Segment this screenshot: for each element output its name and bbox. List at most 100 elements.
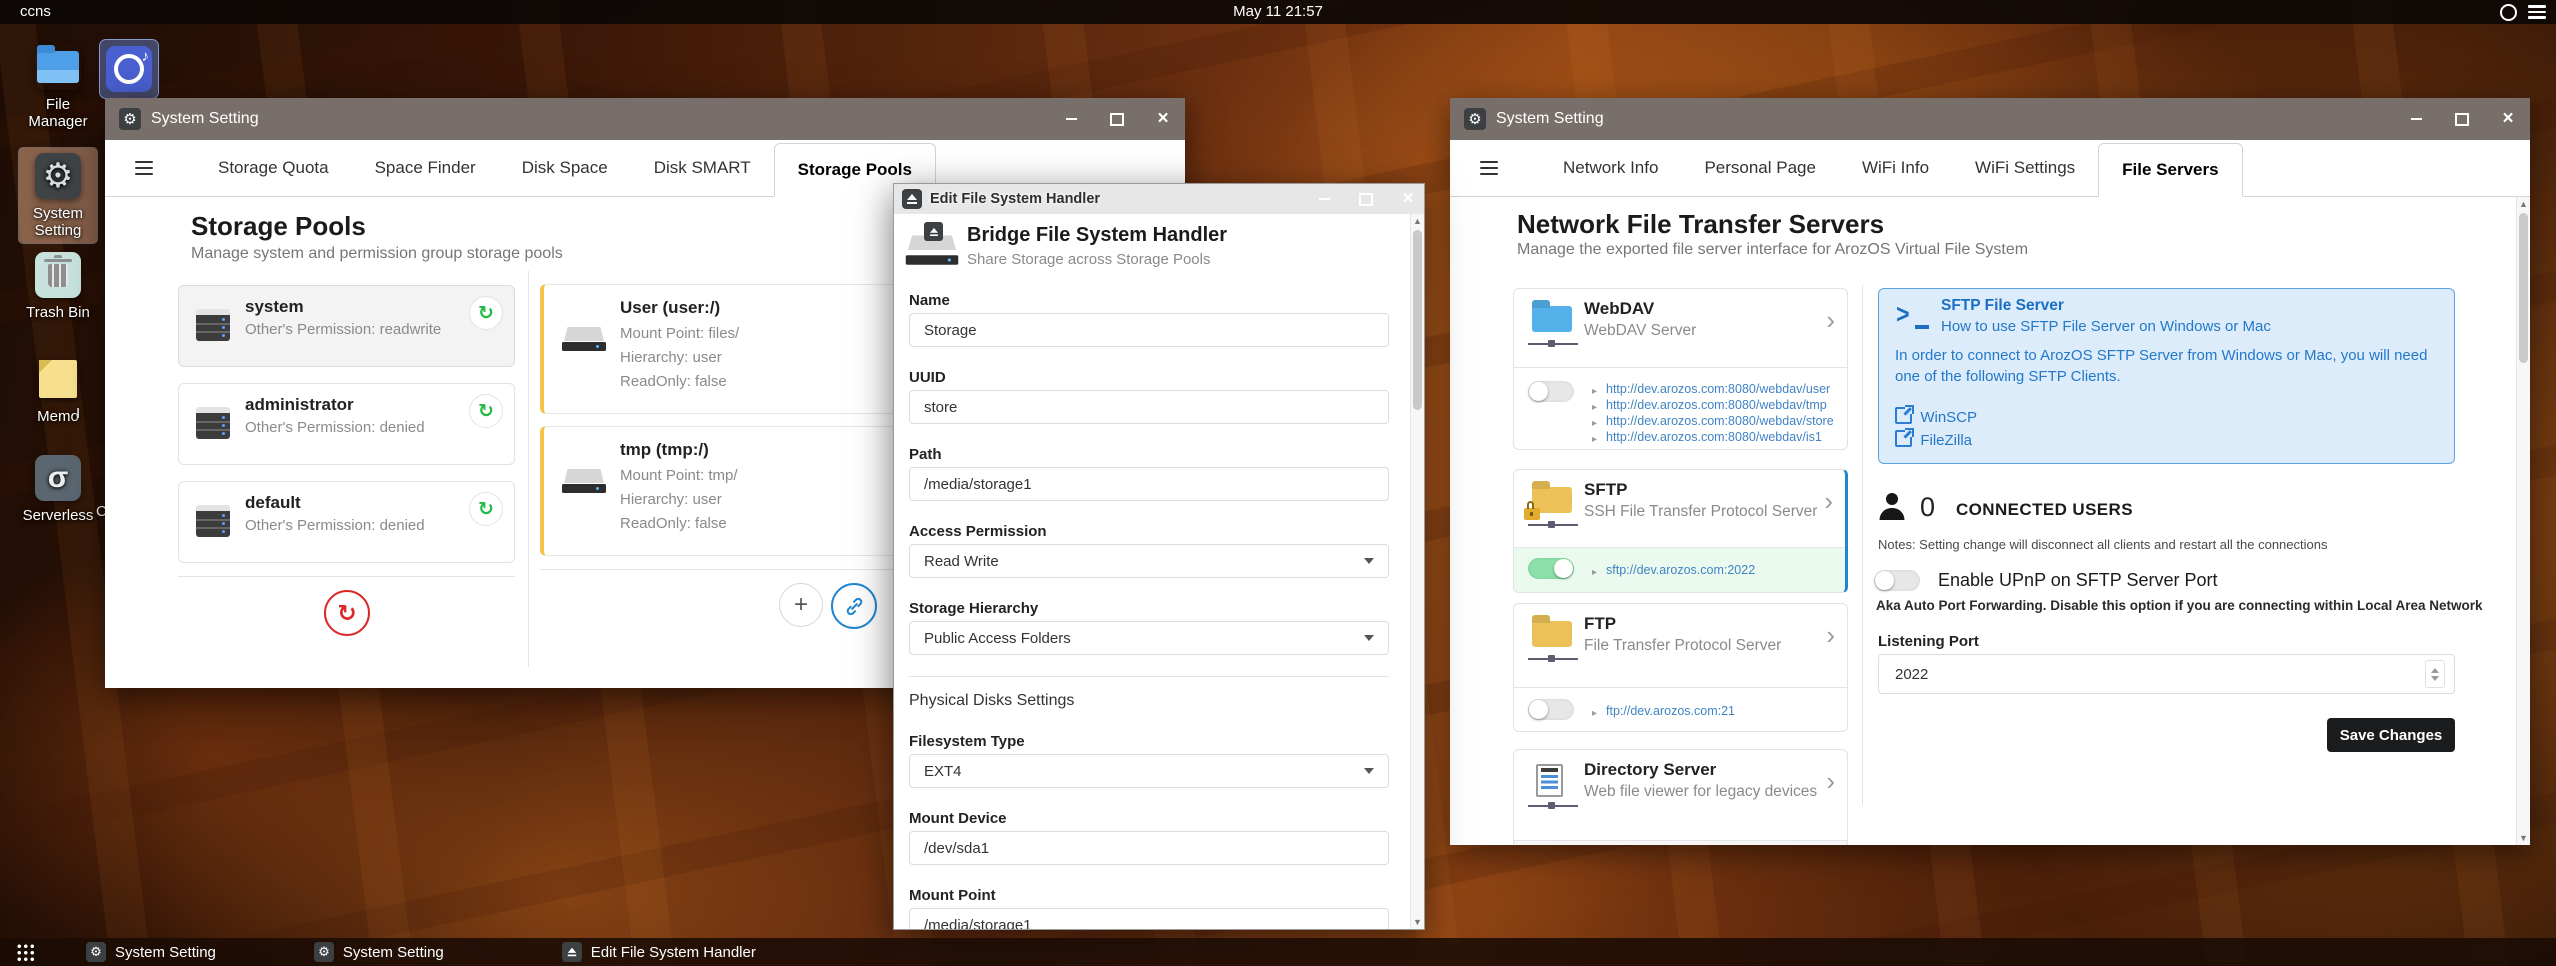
upnp-toggle[interactable] [1874, 570, 1920, 591]
client-link-winscp[interactable]: WinSCP [1895, 405, 1977, 426]
tab-storage-quota[interactable]: Storage Quota [195, 140, 352, 196]
listening-port-label: Listening Port [1878, 633, 1979, 650]
pool-card-system[interactable]: system Other's Permission: readwrite ↻ [178, 285, 515, 367]
sftp-help-box: > SFTP File Server How to use SFTP File … [1878, 288, 2455, 464]
page-title: Network File Transfer Servers [1517, 209, 1885, 239]
server-name: Directory Server [1584, 760, 1717, 779]
filesystem-type-select[interactable]: EXT4 [909, 754, 1389, 788]
scrollbar-thumb[interactable] [2519, 213, 2528, 363]
uuid-input[interactable] [909, 390, 1389, 424]
server-card-sftp[interactable]: SFTP SSH File Transfer Protocol Server ›… [1513, 469, 1848, 593]
taskbar-item-system-setting-2[interactable]: ⚙ System Setting [300, 938, 458, 966]
taskbar-item-edit-fs-handler[interactable]: Edit File System Handler [548, 938, 770, 966]
tab-menu-icon[interactable] [135, 160, 153, 176]
scroll-down-arrow[interactable]: ▼ [1411, 915, 1424, 929]
mount-device-input[interactable] [909, 831, 1389, 865]
scroll-up-arrow[interactable]: ▲ [1411, 214, 1424, 228]
bridge-link-button[interactable] [831, 583, 877, 629]
webdav-toggle[interactable] [1528, 381, 1574, 402]
scroll-up-arrow[interactable]: ▲ [2517, 197, 2530, 211]
file-manager-icon [35, 44, 81, 90]
tab-wifi-settings[interactable]: WiFi Settings [1952, 140, 2098, 196]
sync-icon[interactable]: ↻ [469, 394, 503, 428]
number-spinner[interactable] [2425, 660, 2445, 688]
listening-port-input[interactable] [1879, 655, 2454, 693]
desktop-icon-system-setting[interactable]: ⚙ System Setting [18, 147, 98, 244]
minimize-button[interactable] [2408, 111, 2424, 127]
tab-space-finder[interactable]: Space Finder [352, 140, 499, 196]
window2-title: System Setting [1496, 110, 1604, 127]
chevron-right-icon[interactable]: › [1826, 307, 1835, 333]
storage-hierarchy-select[interactable]: Public Access Folders [909, 621, 1389, 655]
taskbar-item-system-setting-1[interactable]: ⚙ System Setting [72, 938, 230, 966]
chevron-right-icon[interactable]: › [1826, 622, 1835, 648]
webdav-link[interactable]: http://dev.arozos.com:8080/webdav/tmp [1606, 398, 1827, 412]
name-input[interactable] [909, 313, 1389, 347]
page-subtitle: Manage system and permission group stora… [191, 245, 563, 262]
webdav-link[interactable]: http://dev.arozos.com:8080/webdav/user [1606, 382, 1830, 396]
server-card-directory[interactable]: Directory Server Web file viewer for leg… [1513, 749, 1848, 845]
minimize-button[interactable] [1316, 191, 1332, 207]
access-permission-select[interactable]: Read Write [909, 544, 1389, 578]
topbar-menu-icon[interactable] [2528, 5, 2546, 19]
window2-scrollbar[interactable]: ▲ ▼ [2516, 197, 2530, 845]
chain-link-icon [846, 597, 862, 615]
tab-wifi-info[interactable]: WiFi Info [1839, 140, 1952, 196]
window2-titlebar[interactable]: ⚙ System Setting × [1450, 98, 2530, 140]
sync-icon[interactable]: ↻ [469, 492, 503, 526]
save-changes-button[interactable]: Save Changes [2327, 718, 2455, 752]
sftp-link[interactable]: sftp://dev.arozos.com:2022 [1606, 563, 1755, 577]
add-fshandler-button[interactable]: + [779, 583, 823, 627]
chevron-right-icon[interactable]: › [1826, 768, 1835, 794]
partial-icon-label: I [76, 405, 81, 422]
tab-disk-smart[interactable]: Disk SMART [631, 140, 774, 196]
desktop-icon-label: Memo [37, 408, 79, 425]
pool-card-administrator[interactable]: administrator Other's Permission: denied… [178, 383, 515, 465]
refresh-pools-button[interactable]: ↻ [324, 590, 370, 636]
tab-personal-page[interactable]: Personal Page [1681, 140, 1839, 196]
desktop-icon-media-app[interactable]: ♪ [99, 39, 159, 99]
tab-file-servers[interactable]: File Servers [2098, 143, 2243, 197]
app-launcher-icon[interactable] [16, 943, 34, 961]
scrollbar-thumb[interactable] [1413, 230, 1422, 410]
desktop-icon-memo[interactable]: Memo [19, 356, 97, 425]
window1-titlebar[interactable]: ⚙ System Setting × [105, 98, 1185, 140]
server-card-webdav[interactable]: WebDAV WebDAV Server › ▸ http://dev.arozo… [1513, 288, 1848, 450]
status-ring-icon[interactable] [2500, 4, 2517, 21]
fshandler-card-tmp[interactable]: tmp (tmp:/) Mount Point: tmp/ Hierarchy:… [540, 426, 940, 556]
desktop-icon-serverless[interactable]: σ Serverless [19, 455, 97, 524]
pool-permission: Other's Permission: readwrite [245, 321, 442, 338]
access-permission-label: Access Permission [909, 523, 1047, 540]
close-button[interactable]: × [1155, 109, 1171, 128]
editor-titlebar[interactable]: Edit File System Handler × [894, 184, 1424, 214]
close-button[interactable]: × [1400, 189, 1416, 208]
ftp-toggle[interactable] [1528, 699, 1574, 720]
tab-disk-space[interactable]: Disk Space [499, 140, 631, 196]
maximize-button[interactable] [1358, 191, 1374, 207]
server-card-ftp[interactable]: FTP File Transfer Protocol Server › ▸ ftp… [1513, 603, 1848, 732]
webdav-link[interactable]: http://dev.arozos.com:8080/webdav/is1 [1606, 430, 1822, 444]
webdav-link[interactable]: http://dev.arozos.com:8080/webdav/store [1606, 414, 1834, 428]
chevron-right-icon[interactable]: › [1824, 488, 1833, 514]
close-button[interactable]: × [2500, 109, 2516, 128]
help-title: SFTP File Server [1941, 297, 2064, 314]
tab-network-info[interactable]: Network Info [1540, 140, 1681, 196]
minimize-button[interactable] [1063, 111, 1079, 127]
chevron-down-icon [1364, 635, 1374, 641]
desktop-icon-trash-bin[interactable]: Trash Bin [19, 252, 97, 321]
maximize-button[interactable] [1109, 111, 1125, 127]
fshandler-card-user[interactable]: User (user:/) Mount Point: files/ Hierar… [540, 284, 940, 414]
maximize-button[interactable] [2454, 111, 2470, 127]
sftp-toggle[interactable] [1528, 558, 1574, 579]
tab-menu-icon[interactable] [1480, 160, 1498, 176]
client-link-filezilla[interactable]: FileZilla [1895, 428, 1972, 449]
desktop-icon-file-manager[interactable]: File Manager [19, 44, 97, 130]
pool-card-default[interactable]: default Other's Permission: denied ↻ [178, 481, 515, 563]
mount-point-input[interactable] [909, 908, 1389, 929]
scroll-down-arrow[interactable]: ▼ [2517, 831, 2530, 845]
editor-scrollbar[interactable]: ▲ ▼ [1410, 214, 1424, 929]
path-input[interactable] [909, 467, 1389, 501]
help-subtitle: How to use SFTP File Server on Windows o… [1941, 318, 2271, 335]
sync-icon[interactable]: ↻ [469, 296, 503, 330]
ftp-link[interactable]: ftp://dev.arozos.com:21 [1606, 704, 1735, 718]
